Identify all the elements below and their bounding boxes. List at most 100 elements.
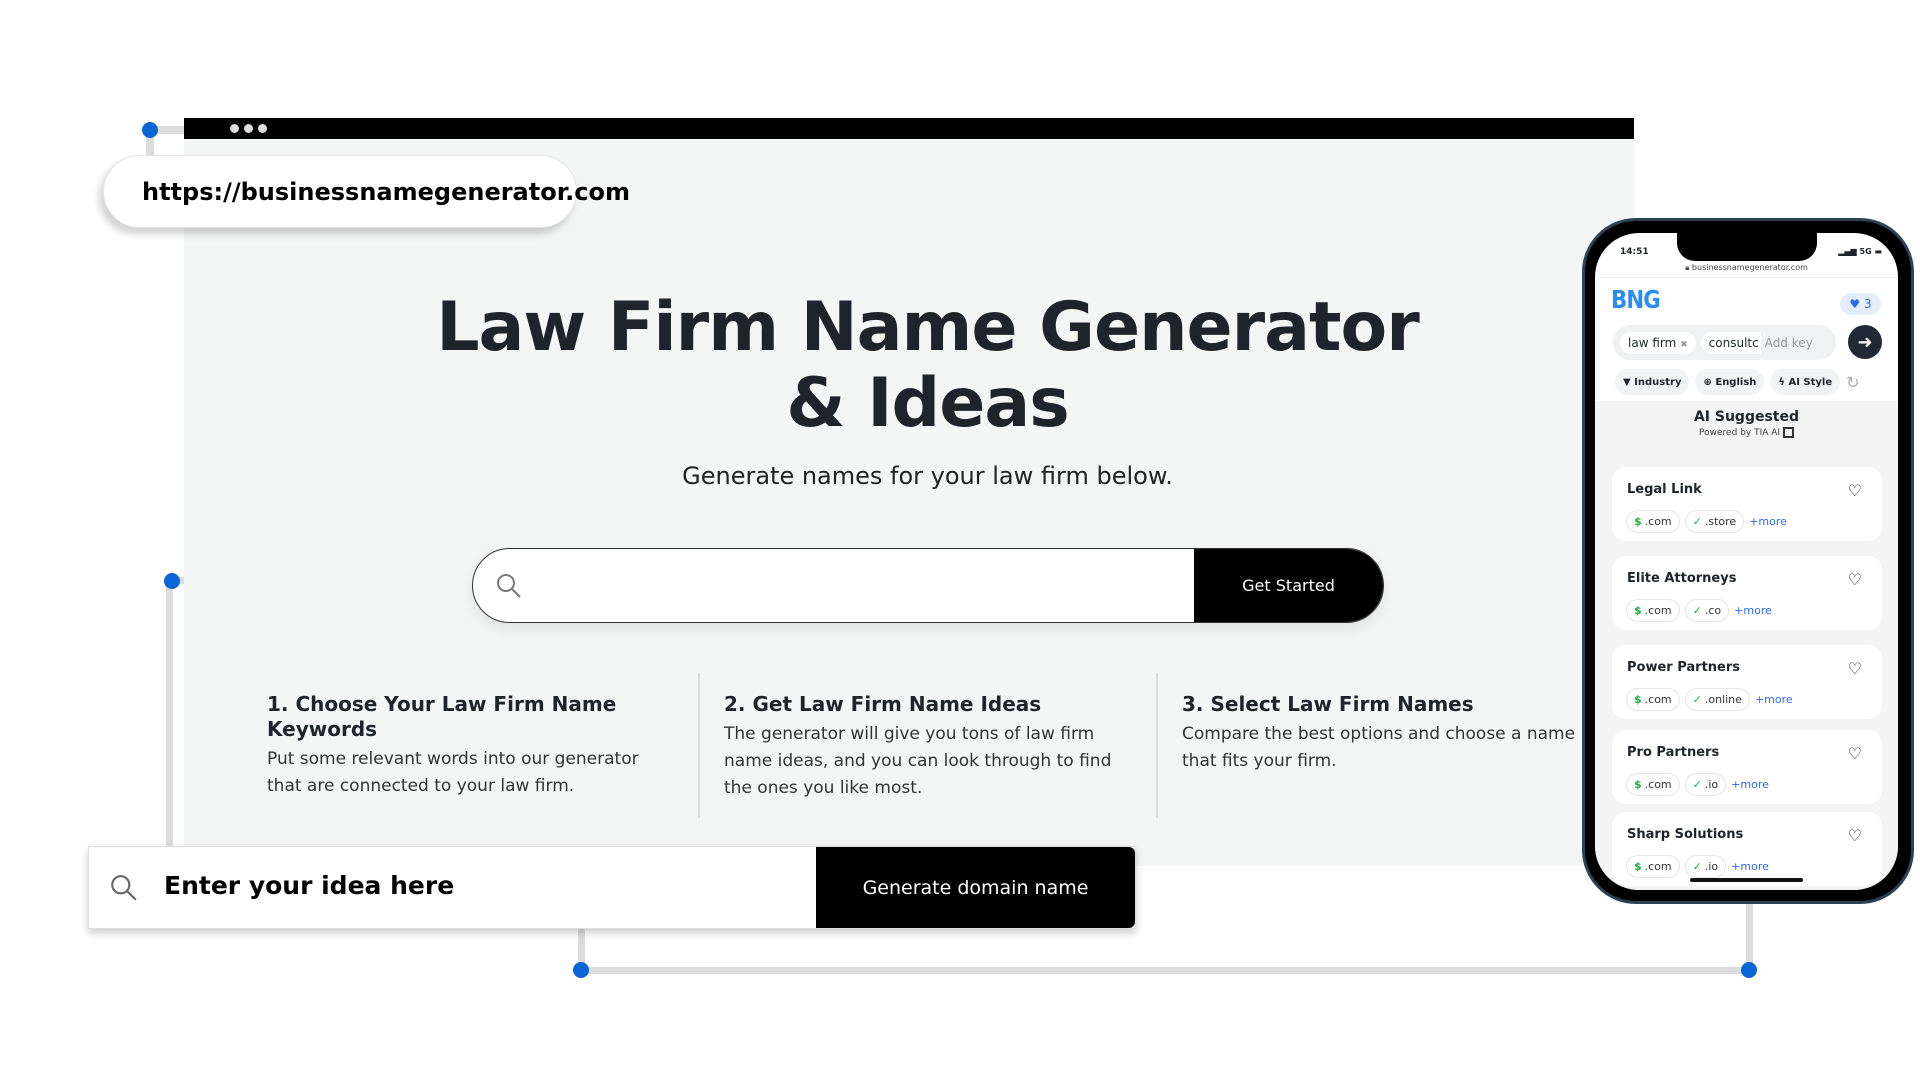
- heart-icon[interactable]: ♡: [1848, 481, 1862, 500]
- generate-domain-button[interactable]: Generate domain name: [816, 847, 1135, 928]
- arrow-right-icon[interactable]: ➜: [1848, 325, 1882, 359]
- step-title: 2. Get Law Firm Name Ideas: [724, 692, 1042, 716]
- domain-list: $ .com ✓ .store +more: [1626, 510, 1787, 533]
- domain-list: $ .com ✓ .io +more: [1626, 773, 1769, 796]
- filter-industry[interactable]: ▼ Industry: [1615, 369, 1690, 395]
- step-title: 1. Choose Your Law Firm Name Keywords: [267, 692, 617, 741]
- phone-url-bar[interactable]: 🔒︎ businessnamegenerator.com: [1595, 263, 1898, 278]
- powered-by-text: Powered by TIA AI: [1699, 428, 1781, 438]
- idea-input[interactable]: Enter your idea here: [164, 871, 454, 900]
- domain-list: $ .com ✓ .co +more: [1626, 599, 1772, 622]
- connector: [1746, 900, 1753, 970]
- more-link[interactable]: +more: [1731, 778, 1769, 791]
- result-name: Legal Link: [1627, 482, 1702, 497]
- idea-input-bar[interactable]: Enter your idea here Generate domain nam…: [88, 846, 1136, 929]
- section-title: AI Suggested: [1693, 409, 1800, 425]
- heart-icon[interactable]: ♡: [1848, 659, 1862, 678]
- result-card[interactable]: Sharp Solutions ♡ $ .com ✓ .io +more: [1612, 812, 1882, 886]
- domain-ext: .com: [1644, 860, 1672, 873]
- heart-icon[interactable]: ♡: [1848, 570, 1862, 589]
- result-name: Power Partners: [1627, 660, 1741, 675]
- domain-ext: .online: [1704, 693, 1742, 706]
- result-name: Pro Partners: [1627, 745, 1720, 760]
- result-card[interactable]: Elite Attorneys ♡ $ .com ✓ .co +more: [1612, 556, 1882, 630]
- bng-logo[interactable]: BNG: [1611, 285, 1661, 314]
- heart-icon[interactable]: ♡: [1848, 826, 1862, 845]
- chip-icon: [1782, 427, 1794, 438]
- domain-ext: .com: [1644, 515, 1672, 528]
- dollar-icon: $: [1634, 860, 1642, 873]
- more-link[interactable]: +more: [1749, 515, 1787, 528]
- heart-icon[interactable]: ♡: [1848, 744, 1862, 763]
- domain-ext: .com: [1644, 693, 1672, 706]
- dollar-icon: $: [1634, 604, 1642, 617]
- step-text: Compare the best options and choose a na…: [1182, 724, 1576, 771]
- domain-chip[interactable]: $ .com: [1626, 599, 1680, 622]
- filter-label: AI Style: [1788, 376, 1833, 388]
- keyword-chip[interactable]: law firm ✖: [1620, 331, 1696, 354]
- connector: [166, 581, 173, 849]
- more-link[interactable]: +more: [1731, 860, 1769, 873]
- step-3: 3. Select Law Firm Names Compare the best…: [1182, 692, 1592, 775]
- more-link[interactable]: +more: [1734, 604, 1772, 617]
- browser-titlebar: [184, 118, 1634, 139]
- connector-dot: [164, 573, 180, 589]
- add-keyword-input[interactable]: Add key: [1761, 336, 1813, 350]
- filter-label: Industry: [1634, 376, 1682, 388]
- bolt-icon: ϟ: [1778, 376, 1789, 388]
- phone-mockup: 14:51 ▂▄▆ 5G ▬ 🔒︎ businessnamegenerator.…: [1582, 218, 1914, 904]
- domain-chip[interactable]: $ .com: [1626, 855, 1680, 878]
- result-card[interactable]: Power Partners ♡ $ .com ✓ .online +more: [1612, 645, 1882, 719]
- domain-chip[interactable]: $ .com: [1626, 773, 1680, 796]
- connector-dot: [573, 962, 589, 978]
- home-indicator: [1690, 878, 1803, 882]
- more-link[interactable]: +more: [1755, 693, 1793, 706]
- domain-chip[interactable]: ✓ .io: [1684, 773, 1727, 796]
- domain-chip[interactable]: $ .com: [1626, 688, 1680, 711]
- check-icon: ✓: [1692, 515, 1702, 528]
- results-panel: AI Suggested Powered by TIA AI Legal Lin…: [1595, 401, 1898, 890]
- domain-chip[interactable]: $ .com: [1626, 510, 1680, 533]
- globe-icon: ⊕: [1703, 376, 1716, 388]
- domain-list: $ .com ✓ .io +more: [1626, 855, 1769, 878]
- domain-chip[interactable]: ✓ .store: [1684, 510, 1745, 533]
- result-card[interactable]: Legal Link ♡ $ .com ✓ .store +more: [1612, 467, 1882, 541]
- get-started-button[interactable]: Get Started: [1194, 549, 1383, 622]
- step-title: 3. Select Law Firm Names: [1182, 692, 1474, 716]
- keyword-label: law firm: [1628, 335, 1677, 350]
- domain-ext: .io: [1704, 860, 1719, 873]
- refresh-icon[interactable]: ↻: [1846, 373, 1859, 392]
- remove-icon[interactable]: ✖: [1680, 340, 1688, 350]
- domain-chip[interactable]: ✓ .co: [1684, 599, 1730, 622]
- filter-ai-style[interactable]: ϟ AI Style: [1770, 369, 1841, 395]
- page-title: Law Firm Name Generator & Ideas: [436, 288, 1420, 443]
- network: 5G: [1859, 247, 1872, 256]
- keyword-input[interactable]: [537, 549, 1137, 622]
- keyword-chip[interactable]: consultc: [1700, 331, 1761, 354]
- result-card[interactable]: Pro Partners ♡ $ .com ✓ .io +more: [1612, 730, 1882, 804]
- domain-ext: .store: [1704, 515, 1737, 528]
- connector: [581, 967, 1749, 974]
- filter-row: ▼ Industry ⊕ English ϟ AI Style ↻: [1615, 369, 1860, 395]
- keyword-field[interactable]: law firm ✖ consultc Add key: [1613, 325, 1836, 360]
- connector-dot: [142, 122, 158, 138]
- filter-icon: ▼: [1623, 376, 1635, 388]
- step-1: 1. Choose Your Law Firm Name Keywords Put…: [267, 692, 677, 800]
- phone-screen: 14:51 ▂▄▆ 5G ▬ 🔒︎ businessnamegenerator.…: [1595, 233, 1898, 890]
- step-text: The generator will give you tons of law …: [724, 724, 1112, 798]
- dollar-icon: $: [1634, 693, 1642, 706]
- connector-dot: [1741, 962, 1757, 978]
- domain-ext: .com: [1644, 604, 1672, 617]
- check-icon: ✓: [1692, 693, 1702, 706]
- domain-ext: .io: [1704, 778, 1719, 791]
- favorites-badge[interactable]: ♥ 3: [1840, 293, 1881, 315]
- keyword-search[interactable]: Get Started: [472, 548, 1384, 623]
- domain-chip[interactable]: ✓ .io: [1684, 855, 1727, 878]
- url-bar[interactable]: https://businessnamegenerator.com: [103, 155, 630, 228]
- signal-icon: ▂▄▆: [1838, 247, 1860, 256]
- check-icon: ✓: [1692, 604, 1702, 617]
- filter-language[interactable]: ⊕ English: [1695, 369, 1765, 395]
- heart-icon: ♥: [1849, 297, 1864, 311]
- step-text: Put some relevant words into our generat…: [267, 749, 639, 796]
- domain-chip[interactable]: ✓ .online: [1684, 688, 1750, 711]
